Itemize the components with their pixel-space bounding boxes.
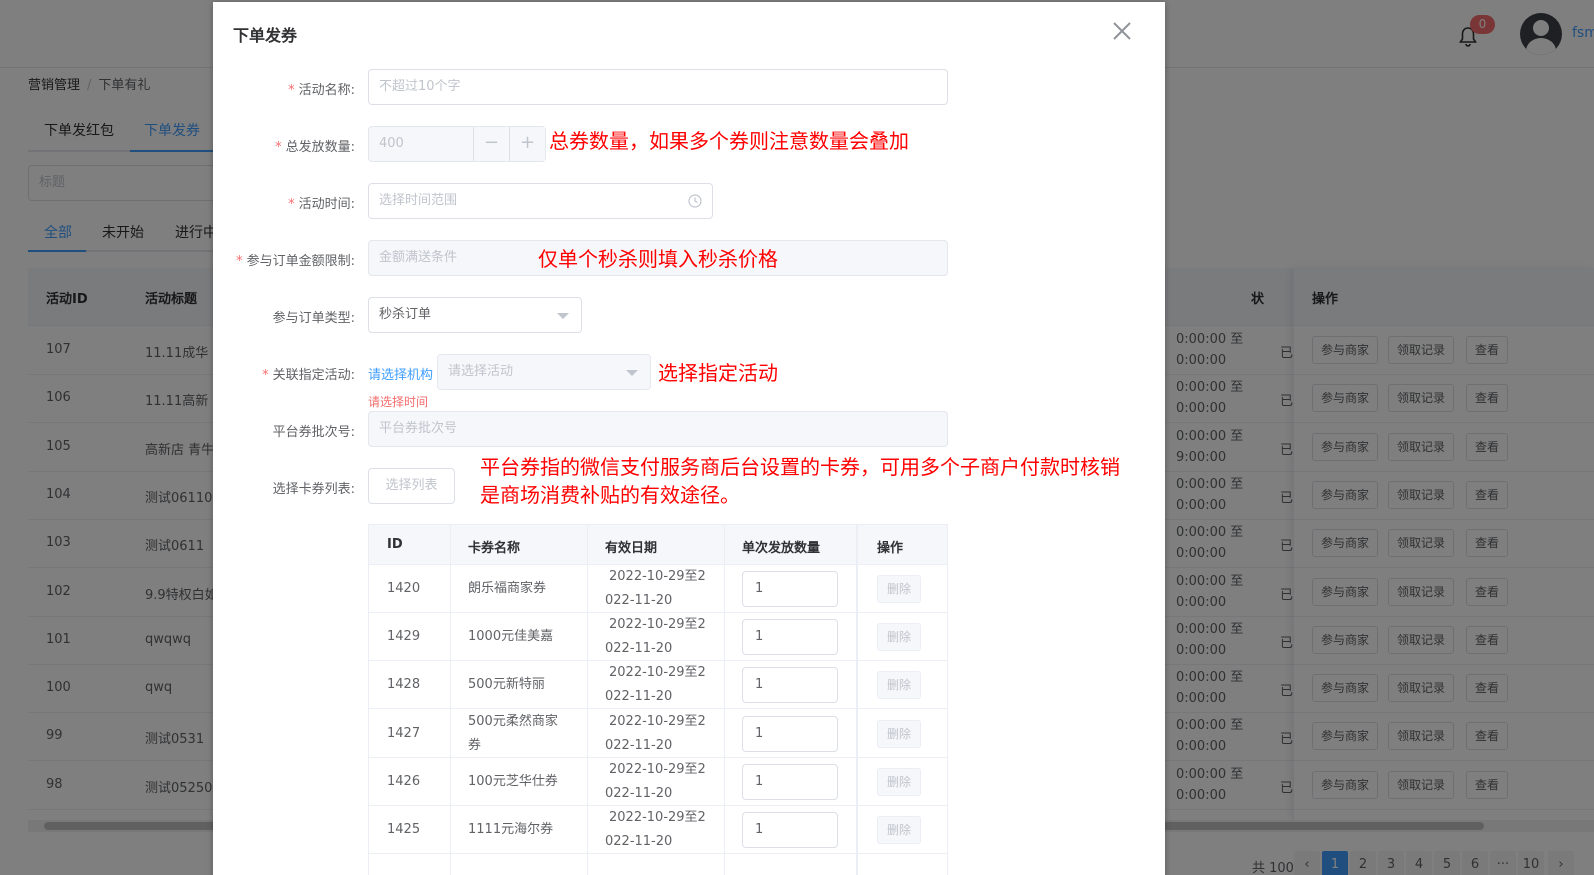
create-coupon-dialog: 下单发券 * 活动名称: 不超过10个字 * 总发放数量: 400 − + 总券数量… <box>213 2 1165 875</box>
coupon-row: 1429 1000元佳美嘉 2022-10-29至2 022-11-20 1 删除 <box>369 613 947 662</box>
field-label-linked: * 关联指定活动: <box>262 368 355 383</box>
field-label-order-type: 参与订单类型: <box>272 311 355 326</box>
delete-button[interactable]: 删除 <box>877 623 921 652</box>
coupon-row: 1428 500元新特丽 2022-10-29至2 022-11-20 1 删除 <box>369 661 947 710</box>
coupon-id: 1427 <box>387 725 421 741</box>
batch-number-input[interactable]: 平台券批次号 <box>368 411 948 447</box>
field-label-amount: * 参与订单金额限制: <box>236 254 355 269</box>
coupon-date: 2022-10-29至2 022-11-20 <box>605 617 706 657</box>
coupon-table-header: ID 卡券名称 有效日期 单次发放数量 操作 <box>369 525 947 565</box>
field-label-total: * 总发放数量: <box>275 140 355 155</box>
quantity-input[interactable]: 1 <box>742 812 838 848</box>
select-organization-link[interactable]: 请选择机构 <box>368 364 433 383</box>
quantity-input[interactable]: 1 <box>742 571 838 607</box>
field-label-time: * 活动时间: <box>288 197 355 212</box>
coupon-date: 2022-10-29至2 022-11-20 <box>605 761 706 801</box>
coupon-name: 1000元佳美嘉 <box>468 629 554 645</box>
annotation-platform-line1: 平台券指的微信支付服务商后台设置的卡券，可用多个子商户付款时核销 <box>480 455 1120 479</box>
quantity-input[interactable]: 1 <box>742 715 838 752</box>
coupon-row: 1425 1111元海尔券 2022-10-29至2 022-11-20 1 删除 <box>369 806 947 854</box>
coupon-name: 500元柔然商家券 <box>468 713 558 753</box>
field-label-batch: 平台券批次号: <box>272 425 355 440</box>
header-name: 卡券名称 <box>468 541 521 556</box>
coupon-row: 1420 朗乐福商家券 2022-10-29至2 022-11-20 1 删除 <box>369 565 947 613</box>
annotation-amount: 仅单个秒杀则填入秒杀价格 <box>538 247 778 271</box>
coupon-name: 100元芝华仕券 <box>468 773 558 789</box>
coupon-name: 500元新特丽 <box>468 677 545 693</box>
quantity-input[interactable]: 1 <box>742 619 838 656</box>
linked-error-message: 请选择时间 <box>368 395 429 409</box>
header-qty: 单次发放数量 <box>742 541 821 556</box>
header-op: 操作 <box>877 541 904 556</box>
coupon-row: 1427 500元柔然商家券 2022-10-29至2 022-11-20 1 删除 <box>369 710 947 758</box>
coupon-id: 1426 <box>387 773 421 789</box>
delete-button[interactable]: 删除 <box>877 575 921 603</box>
dialog-title: 下单发券 <box>233 26 298 45</box>
header-date: 有效日期 <box>605 541 658 556</box>
quantity-input[interactable]: 1 <box>742 763 838 800</box>
chevron-down-icon <box>626 370 638 376</box>
coupon-date: 2022-10-29至2 022-11-20 <box>605 569 706 608</box>
header-id: ID <box>387 537 403 552</box>
delete-button[interactable]: 删除 <box>877 816 921 844</box>
chevron-down-icon <box>557 313 569 319</box>
select-list-button[interactable]: 选择列表 <box>368 468 455 504</box>
coupon-table: ID 卡券名称 有效日期 单次发放数量 操作 1420 朗乐福商家券 2022-10… <box>368 524 948 875</box>
quantity-input[interactable]: 1 <box>742 667 838 704</box>
delete-button[interactable]: 删除 <box>877 767 921 796</box>
coupon-id: 1428 <box>387 677 421 693</box>
delete-button[interactable]: 删除 <box>877 719 921 748</box>
total-quantity-stepper[interactable]: 400 − + <box>368 126 546 162</box>
coupon-name: 1111元海尔券 <box>468 822 554 837</box>
coupon-date: 2022-10-29至2 022-11-20 <box>605 810 706 849</box>
time-range-picker[interactable]: 选择时间范围 <box>368 183 713 219</box>
annotation-platform-line2: 是商场消费补贴的有效途径。 <box>480 483 740 507</box>
coupon-id: 1425 <box>387 822 421 837</box>
clock-icon <box>688 194 702 208</box>
coupon-date: 2022-10-29至2 022-11-20 <box>605 713 706 753</box>
close-icon[interactable] <box>1111 20 1133 42</box>
annotation-total: 总券数量，如果多个券则注意数量会叠加 <box>549 129 909 153</box>
increase-button[interactable]: + <box>509 127 545 161</box>
decrease-button[interactable]: − <box>473 127 509 161</box>
coupon-name: 朗乐福商家券 <box>468 581 547 596</box>
activity-name-input[interactable]: 不超过10个字 <box>368 69 948 105</box>
coupon-row: 1426 100元芝华仕券 2022-10-29至2 022-11-20 1 删除 <box>369 758 947 806</box>
order-type-select[interactable]: 秒杀订单 <box>368 297 582 333</box>
coupon-id: 1420 <box>387 581 421 596</box>
activity-select[interactable]: 请选择活动 <box>437 354 651 390</box>
field-label-cards: 选择卡券列表: <box>272 482 355 497</box>
coupon-id: 1429 <box>387 629 421 645</box>
coupon-date: 2022-10-29至2 022-11-20 <box>605 665 706 705</box>
annotation-linked: 选择指定活动 <box>658 361 778 385</box>
field-label-name: * 活动名称: <box>288 83 355 98</box>
delete-button[interactable]: 删除 <box>877 671 921 700</box>
